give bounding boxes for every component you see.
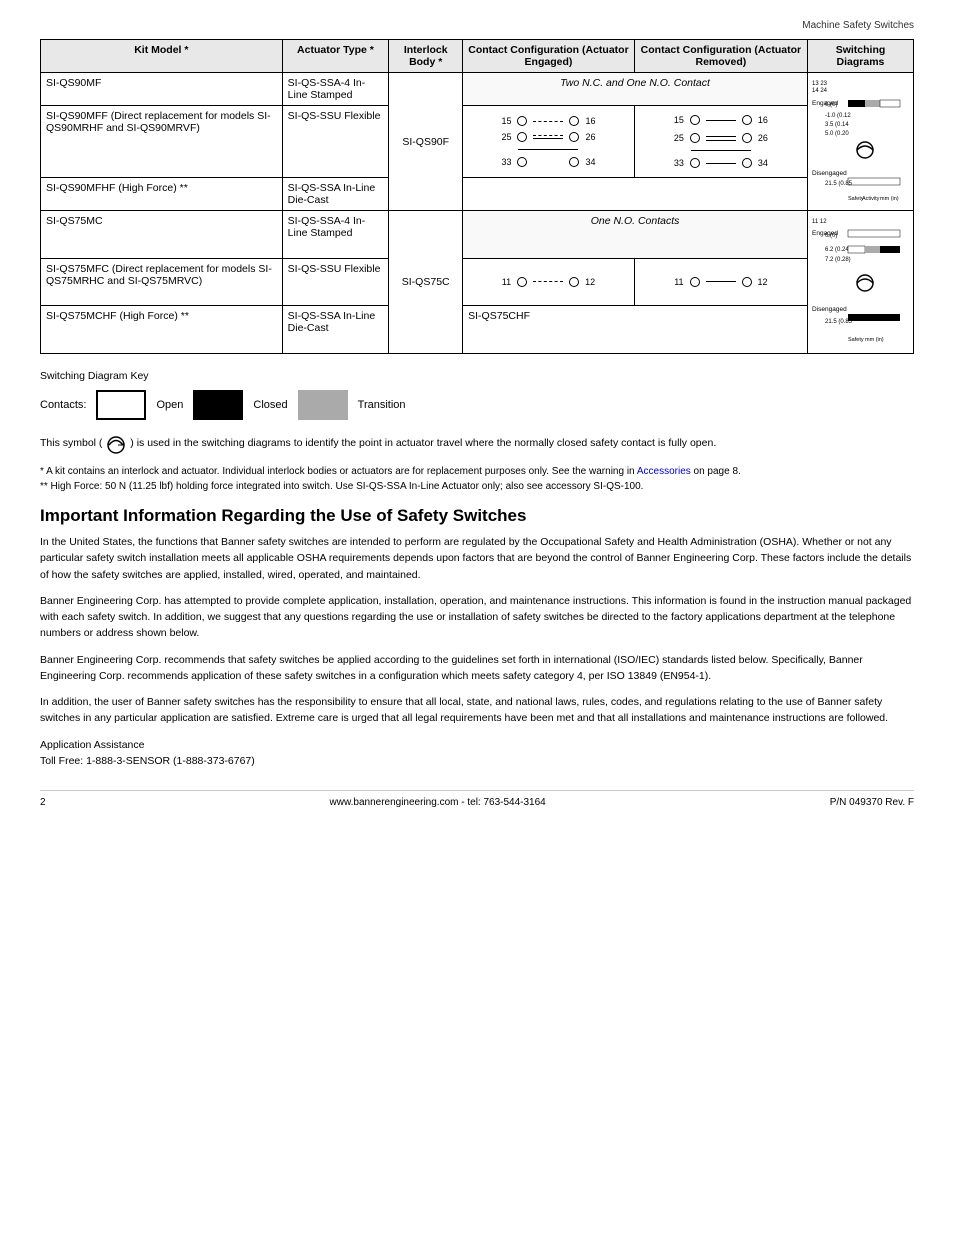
switching-key-section: Switching Diagram Key Contacts: Open Clo… [40,370,914,420]
page-footer: 2 www.bannerengineering.com - tel: 763-5… [40,790,914,808]
svg-text:21.5 (0.85: 21.5 (0.85 [825,181,853,187]
paragraph-2: Banner Engineering Corp. has attempted t… [40,593,914,642]
col-contact-engaged: Contact Configuration (Actuator Engaged) [463,40,635,73]
open-label: Open [156,399,183,411]
key-box-open [96,390,146,420]
paragraph-1: In the United States, the functions that… [40,534,914,583]
contact-engaged-cell: 15 16 25 26 [463,106,635,178]
svg-text:Disengaged: Disengaged [812,170,847,177]
actuator-type-cell: SI-QS-SSU Flexible [282,258,389,306]
kit-model-cell: SI-QS75MFC (Direct replacement for model… [41,258,283,306]
paragraph-4: In addition, the user of Banner safety s… [40,694,914,727]
kit-model-cell: SI-QS90MFHF (High Force) ** [41,178,283,211]
toll-free: Toll Free: 1-888-3-SENSOR (1-888-373-676… [40,753,914,770]
table-row: SI-QS90MFHF (High Force) ** SI-QS-SSA In… [41,178,914,211]
contact-engaged-cell: 11 12 [463,258,635,306]
actuator-type-cell: SI-QS-SSA-4 In-Line Stamped [282,211,389,259]
table-row: SI-QS90MF SI-QS-SSA-4 In-Line Stamped SI… [41,73,914,106]
interlock-body-cell: SI-QS90F [389,73,463,211]
kit-model-cell: SI-QS90MFF (Direct replacement for model… [41,106,283,178]
svg-text:0 (0): 0 (0) [825,102,837,108]
svg-text:-1.0 (0.12: -1.0 (0.12 [825,113,851,119]
kit-model-cell: SI-QS75MC [41,211,283,259]
table-row: SI-QS75MC SI-QS-SSA-4 In-Line Stamped SI… [41,211,914,259]
sw75-diagram: 11 12 Engaged 0 (0) 6.2 (0.24) 7.2 (0.28… [810,213,905,348]
contact-engaged-cell: One N.O. Contacts [463,211,808,259]
paragraph-3: Banner Engineering Corp. recommends that… [40,652,914,685]
contact-removed-cell: 11 12 [634,258,807,306]
svg-text:Disengaged: Disengaged [812,306,847,313]
key-box-transition [298,390,348,420]
main-table: Kit Model * Actuator Type * Interlock Bo… [40,39,914,354]
switching-diag-cell: 13 23 14 24 Engaged 0 (0) -1.0 (0.12 [807,73,913,211]
svg-text:Activity: Activity [862,196,880,202]
svg-text:Safety: Safety [848,337,864,343]
symbol-paragraph: This symbol ( ) is used in the switching… [40,432,914,454]
svg-text:13 23: 13 23 [812,81,828,87]
app-assist-label: Application Assistance [40,737,914,754]
actuator-type-cell: SI-QS-SSA In-Line Die-Cast [282,306,389,354]
footer-website: www.bannerengineering.com - tel: 763-544… [330,797,546,808]
svg-text:3.5 (0.14: 3.5 (0.14 [825,122,849,128]
table-row: SI-QS75MFC (Direct replacement for model… [41,258,914,306]
sw90-diagram: 13 23 14 24 Engaged 0 (0) -1.0 (0.12 [810,75,905,205]
col-switching-diagrams: Switching Diagrams [807,40,913,73]
col-contact-removed: Contact Configuration (Actuator Removed) [634,40,807,73]
table-row: SI-QS90MFF (Direct replacement for model… [41,106,914,178]
svg-text:0 (0): 0 (0) [825,233,837,239]
switching-diag-cell: 11 12 Engaged 0 (0) 6.2 (0.24) 7.2 (0.28… [807,211,913,354]
footnote-1: * A kit contains an interlock and actuat… [40,464,914,479]
closed-label: Closed [253,399,287,411]
important-heading: Important Information Regarding the Use … [40,506,914,526]
kit-model-cell: SI-QS90MF [41,73,283,106]
footer-page-num: 2 [40,797,46,808]
svg-text:5.0 (0.20: 5.0 (0.20 [825,131,849,137]
svg-text:mm (in): mm (in) [865,337,884,343]
svg-text:14 24: 14 24 [812,88,828,94]
kit-model-cell: SI-QS75MCHF (High Force) ** [41,306,283,354]
col-interlock-body: Interlock Body * [389,40,463,73]
svg-text:6.2 (0.24): 6.2 (0.24) [825,247,851,253]
footnote-2: ** High Force: 50 N (11.25 lbf) holding … [40,479,914,494]
col-actuator-type: Actuator Type * [282,40,389,73]
actuator-type-cell: SI-QS-SSA In-Line Die-Cast [282,178,389,211]
actuator-type-cell: SI-QS-SSA-4 In-Line Stamped [282,73,389,106]
svg-text:11 12: 11 12 [812,219,827,225]
transition-label: Transition [358,399,406,411]
contacts-label: Contacts: [40,399,86,411]
contact-engaged-cell: Two N.C. and One N.O. Contact [463,73,808,106]
svg-text:21.5 (0.85: 21.5 (0.85 [825,319,853,325]
key-title: Switching Diagram Key [40,370,914,382]
svg-text:mm (in): mm (in) [880,196,899,202]
accessories-link[interactable]: Accessories [637,466,691,477]
footnotes-section: * A kit contains an interlock and actuat… [40,464,914,494]
contact-cell: SI-QS75CHF [463,306,808,354]
contact-removed-cell: 15 16 25 26 [634,106,807,178]
svg-text:7.2 (0.28): 7.2 (0.28) [825,257,851,263]
page-header: Machine Safety Switches [40,20,914,31]
col-kit-model: Kit Model * [41,40,283,73]
app-assist-section: Application Assistance Toll Free: 1-888-… [40,737,914,771]
interlock-body-cell: SI-QS75C [389,211,463,354]
table-row: SI-QS75MCHF (High Force) ** SI-QS-SSA In… [41,306,914,354]
contact-engaged-cell [463,178,808,211]
actuator-type-cell: SI-QS-SSU Flexible [282,106,389,178]
key-row: Contacts: Open Closed Transition [40,390,914,420]
key-box-closed [193,390,243,420]
actuator-symbol-icon [105,432,127,454]
footer-part-num: P/N 049370 Rev. F [830,797,914,808]
symbol-note-section: This symbol ( ) is used in the switching… [40,432,914,454]
